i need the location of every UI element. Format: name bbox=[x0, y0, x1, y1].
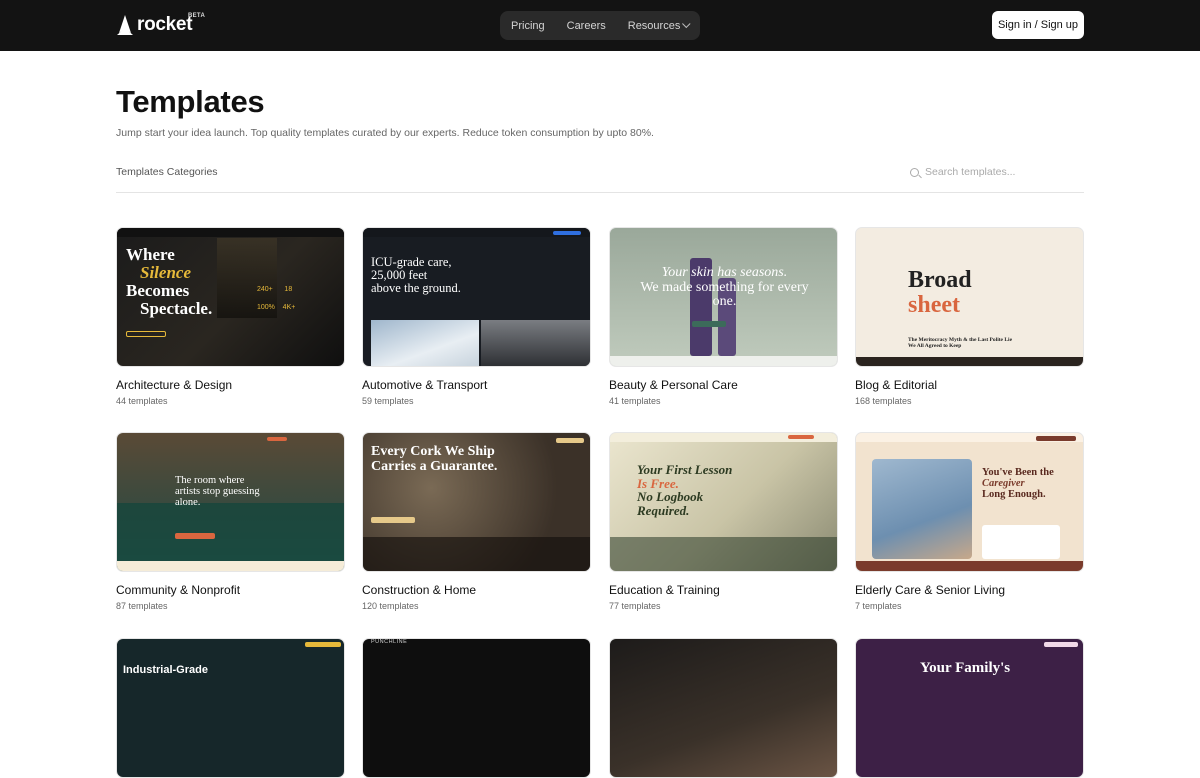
template-count: 44 templates bbox=[116, 396, 168, 406]
template-count: 120 templates bbox=[362, 601, 419, 611]
category-name: Automotive & Transport bbox=[362, 378, 488, 392]
category-thumbnail: You've Been the Caregiver Long Enough. bbox=[855, 432, 1084, 572]
category-thumbnail: Your First Lesson Is Free. No Logbook Re… bbox=[609, 432, 838, 572]
chevron-down-icon bbox=[682, 19, 691, 28]
category-card-automotive[interactable]: ICU-grade care, 25,000 feet above the gr… bbox=[362, 227, 591, 406]
brand-name: rocket bbox=[137, 14, 193, 35]
template-count: 59 templates bbox=[362, 396, 414, 406]
category-thumbnail: Industrial-Grade bbox=[116, 638, 345, 778]
category-name: Construction & Home bbox=[362, 583, 477, 597]
section-divider bbox=[116, 192, 1084, 193]
rocket-logo[interactable]: rocket BETA bbox=[116, 13, 205, 36]
nav-careers[interactable]: Careers bbox=[567, 20, 606, 32]
category-thumbnail: The room where artists stop guessing alo… bbox=[116, 432, 345, 572]
category-thumbnail bbox=[609, 638, 838, 778]
category-card-community[interactable]: The room where artists stop guessing alo… bbox=[116, 432, 345, 611]
category-thumbnail: Where Silence Becomes Spectacle. 240+ 18… bbox=[116, 227, 345, 367]
category-card-dark[interactable] bbox=[609, 638, 838, 778]
category-name: Education & Training bbox=[609, 583, 720, 597]
category-name: Blog & Editorial bbox=[855, 378, 938, 392]
categories-label: Templates Categories bbox=[116, 166, 218, 178]
category-name: Community & Nonprofit bbox=[116, 583, 241, 597]
category-thumbnail: Your Family's bbox=[855, 638, 1084, 778]
category-name: Elderly Care & Senior Living bbox=[855, 583, 1006, 597]
search-box[interactable] bbox=[910, 165, 1084, 179]
category-thumbnail: ICU-grade care, 25,000 feet above the gr… bbox=[362, 227, 591, 367]
beta-badge: BETA bbox=[188, 13, 206, 19]
category-thumbnail: Broad sheet The Meritocracy Myth & the L… bbox=[855, 227, 1084, 367]
template-count: 77 templates bbox=[609, 601, 661, 611]
main-nav: Pricing Careers Resources bbox=[500, 11, 700, 40]
template-count: 87 templates bbox=[116, 601, 168, 611]
template-count: 168 templates bbox=[855, 396, 912, 406]
template-count: 41 templates bbox=[609, 396, 661, 406]
page-title: Templates bbox=[116, 84, 265, 119]
top-bar: rocket BETA Pricing Careers Resources Si… bbox=[0, 0, 1200, 51]
category-thumbnail: Every Cork We Ship Carries a Guarantee. bbox=[362, 432, 591, 572]
template-count: 7 templates bbox=[855, 601, 902, 611]
category-card-family[interactable]: Your Family's bbox=[855, 638, 1084, 778]
category-name: Beauty & Personal Care bbox=[609, 378, 738, 392]
category-thumbnail: Your skin has seasons. We made something… bbox=[609, 227, 838, 367]
category-name: Architecture & Design bbox=[116, 378, 233, 392]
category-thumbnail: PUNCHLINE bbox=[362, 638, 591, 778]
search-input[interactable] bbox=[925, 166, 1075, 178]
nav-pricing[interactable]: Pricing bbox=[511, 20, 545, 32]
category-card-elderly-care[interactable]: You've Been the Caregiver Long Enough. E… bbox=[855, 432, 1084, 611]
category-card-industrial[interactable]: Industrial-Grade bbox=[116, 638, 345, 778]
category-card-education[interactable]: Your First Lesson Is Free. No Logbook Re… bbox=[609, 432, 838, 611]
nav-resources[interactable]: Resources bbox=[627, 19, 691, 32]
sign-in-button[interactable]: Sign in / Sign up bbox=[992, 11, 1084, 39]
category-card-construction[interactable]: Every Cork We Ship Carries a Guarantee. … bbox=[362, 432, 591, 611]
category-card-beauty[interactable]: Your skin has seasons. We made something… bbox=[609, 227, 838, 406]
page-subtitle: Jump start your idea launch. Top quality… bbox=[116, 127, 654, 139]
nav-resources-label: Resources bbox=[627, 19, 681, 32]
category-card-punchline[interactable]: PUNCHLINE bbox=[362, 638, 591, 778]
category-card-architecture[interactable]: Where Silence Becomes Spectacle. 240+ 18… bbox=[116, 227, 345, 406]
category-card-blog[interactable]: Broad sheet The Meritocracy Myth & the L… bbox=[855, 227, 1084, 406]
search-icon bbox=[910, 167, 919, 177]
rocket-logo-icon bbox=[117, 15, 133, 35]
